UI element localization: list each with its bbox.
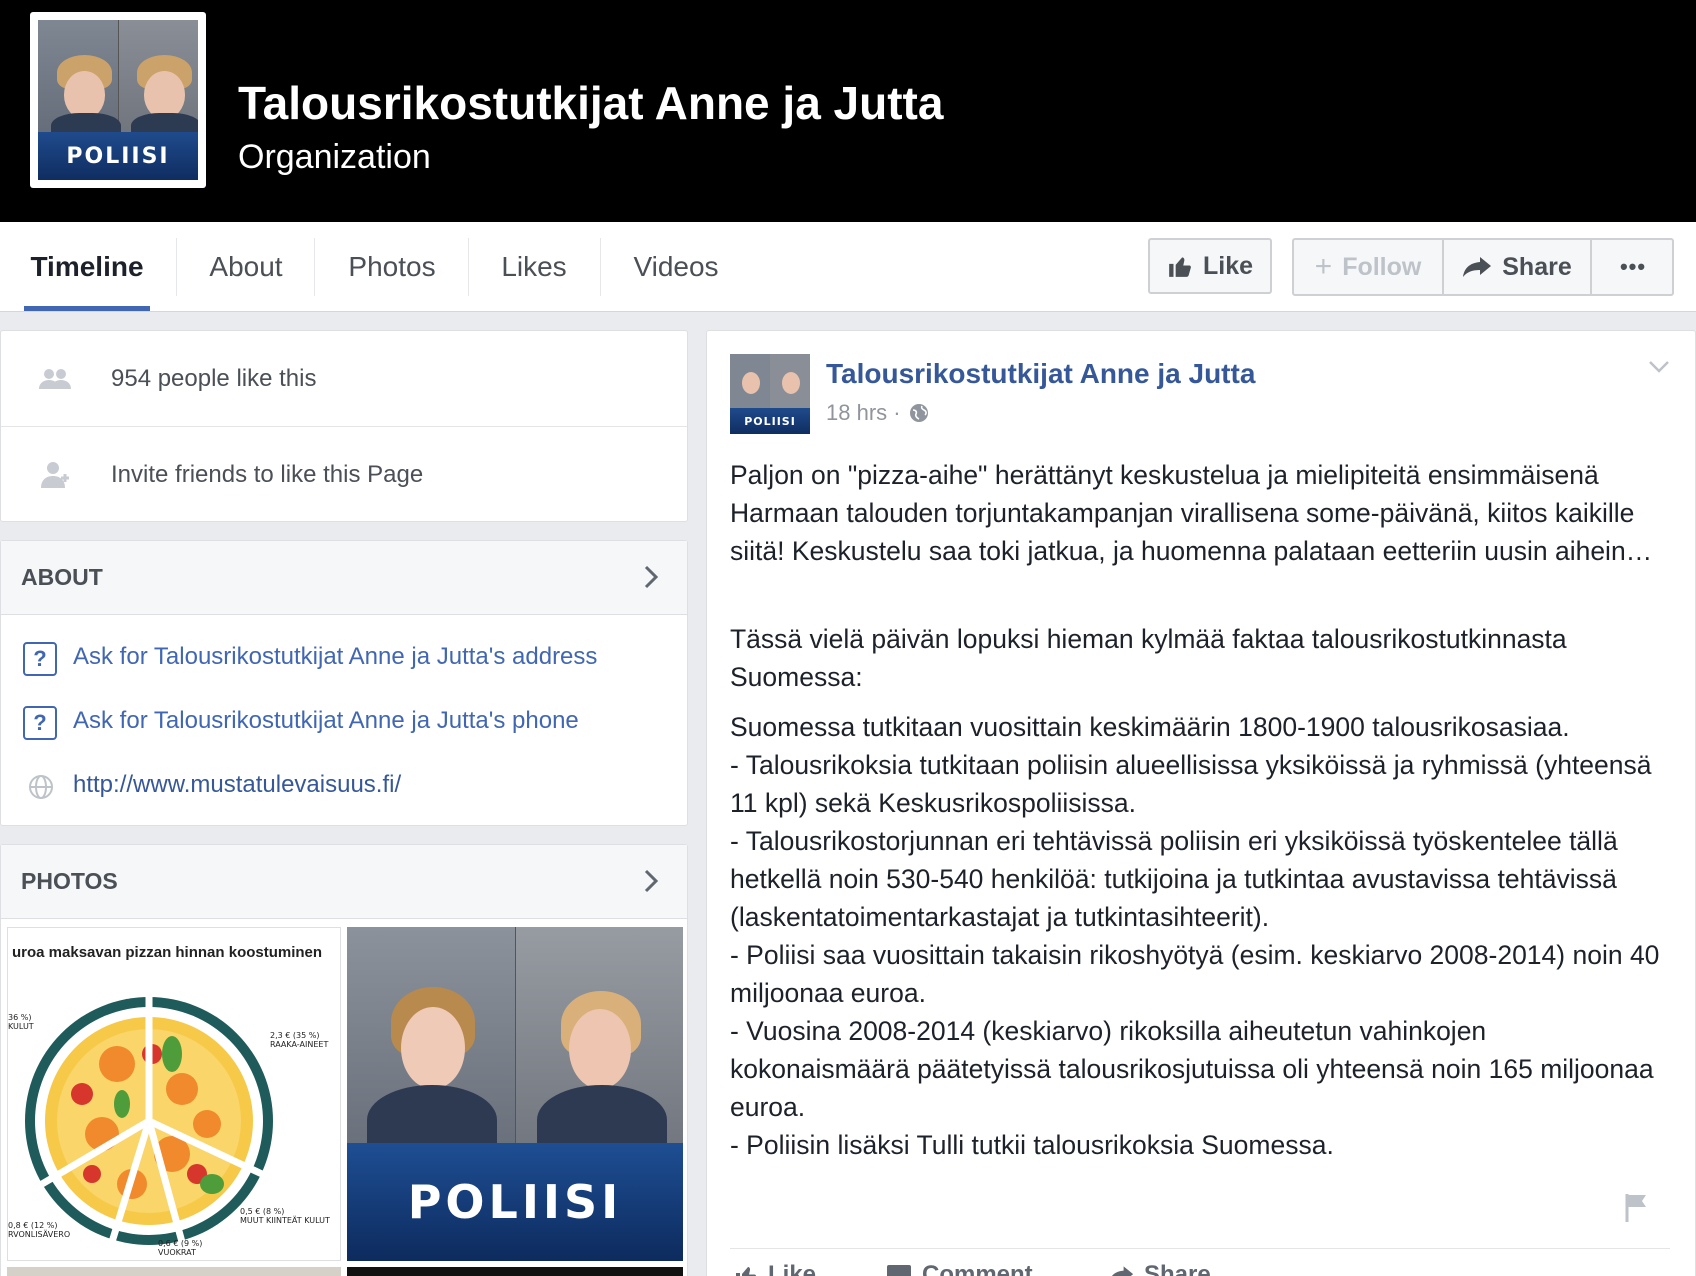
tab-separator — [314, 238, 315, 296]
police-banner: POLIISI — [347, 1143, 683, 1261]
follow-label: Follow — [1342, 252, 1422, 281]
follow-button[interactable]: + Follow — [1294, 240, 1442, 294]
question-icon: ? — [23, 706, 57, 740]
about-header[interactable]: ABOUT — [1, 541, 687, 615]
avatar-face-left — [742, 372, 760, 394]
likes-count-text: 954 people like this — [111, 364, 317, 392]
chevron-right-icon — [644, 869, 659, 893]
post-comment-label: Comment — [922, 1261, 1033, 1276]
tab-videos[interactable]: Videos — [618, 222, 734, 312]
pizza-chart-graphic — [25, 997, 273, 1245]
post-comment-button[interactable]: Comment — [886, 1261, 1033, 1276]
tab-separator — [468, 238, 469, 296]
report-flag-icon[interactable] — [1624, 1192, 1652, 1224]
photos-card: PHOTOS uroa maksavan pizzan hinnan koost… — [0, 844, 688, 1276]
like-page-label: Like — [1202, 251, 1254, 280]
pizza-label: 0,5 € (8 %) MUUT KIINTEÄT KULUT — [240, 1207, 330, 1225]
likes-card: 954 people like this Invite friends to l… — [0, 330, 688, 522]
profile-banner: POLIISI — [38, 132, 198, 180]
post-like-button[interactable]: Like — [734, 1261, 816, 1276]
ask-phone-link[interactable]: Ask for Talousrikostutkijat Anne ja Jutt… — [73, 707, 579, 735]
ask-address-link[interactable]: Ask for Talousrikostutkijat Anne ja Jutt… — [73, 643, 597, 671]
profile-banner-text: POLIISI — [66, 143, 170, 169]
photo-thumbnail-partial[interactable] — [347, 1267, 683, 1276]
face-right — [569, 1009, 631, 1089]
share-page-button[interactable]: Share — [1444, 240, 1590, 294]
photos-heading: PHOTOS — [21, 868, 118, 894]
invite-friends-text: Invite friends to like this Page — [111, 461, 424, 488]
likes-row[interactable]: 954 people like this — [1, 331, 687, 427]
add-friend-icon — [39, 459, 71, 491]
thumbs-up-icon — [1169, 257, 1191, 277]
action-button-group: + Follow Share ••• — [1292, 238, 1674, 296]
plus-icon: + — [1314, 250, 1333, 283]
website-link[interactable]: http://www.mustatulevaisuus.fi/ — [73, 771, 401, 799]
tab-separator — [600, 238, 601, 296]
post-action-bar: Like Comment Share — [730, 1248, 1670, 1276]
profile-picture[interactable]: POLIISI — [30, 12, 206, 188]
face-right — [143, 71, 186, 120]
pizza-infographic-title: uroa maksavan pizzan hinnan koostuminen — [12, 944, 323, 961]
photos-header[interactable]: PHOTOS — [1, 845, 687, 919]
thumbs-up-icon — [736, 1267, 757, 1276]
avatar-face-right — [782, 372, 800, 394]
tab-photos[interactable]: Photos — [330, 222, 454, 312]
people-icon — [39, 363, 71, 395]
tab-timeline[interactable]: Timeline — [24, 222, 150, 312]
page-header: POLIISI Talousrikostutkijat Anne ja Jutt… — [0, 0, 1696, 222]
post-share-label: Share — [1144, 1261, 1211, 1276]
pizza-label: 2,3 € (35 %) RAAKA-AINEET — [270, 1031, 329, 1049]
post-paragraph: Suomessa tutkitaan vuosittain keskimääri… — [730, 712, 1660, 1160]
question-icon: ? — [23, 642, 57, 676]
page-nav: Timeline About Photos Likes Videos Like … — [0, 222, 1696, 312]
tab-likes[interactable]: Likes — [484, 222, 584, 312]
avatar-banner: POLIISI — [730, 408, 810, 434]
active-tab-indicator — [24, 306, 150, 311]
tab-separator — [176, 238, 177, 296]
post-author-avatar[interactable]: POLIISI — [730, 354, 810, 434]
comment-icon — [887, 1265, 911, 1276]
pizza-label: 36 %) KULUT — [8, 1013, 34, 1031]
post-like-label: Like — [768, 1261, 817, 1276]
post-share-button[interactable]: Share — [1108, 1261, 1211, 1276]
police-banner-text: POLIISI — [407, 1175, 623, 1229]
share-page-label: Share — [1502, 252, 1572, 281]
about-card: ABOUT ? Ask for Talousrikostutkijat Anne… — [0, 540, 688, 826]
face-left — [401, 1007, 465, 1089]
post-author-name[interactable]: Talousrikostutkijat Anne ja Jutta — [826, 358, 1255, 390]
globe-icon — [29, 775, 53, 799]
about-heading: ABOUT — [21, 564, 103, 590]
page-category[interactable]: Organization — [238, 138, 431, 177]
invite-row[interactable]: Invite friends to like this Page — [1, 427, 687, 523]
pizza-label: 0,6 € (9 %) VUOKRAT — [158, 1239, 203, 1257]
avatar-banner-text: POLIISI — [744, 414, 796, 428]
globe-icon — [909, 404, 928, 422]
chevron-right-icon — [644, 565, 659, 589]
chevron-down-icon[interactable] — [1648, 360, 1670, 374]
post-paragraph: Tässä vielä päivän lopuksi hieman kylmää… — [730, 624, 1567, 692]
pizza-label: 0,8 € (12 %) RVONLISÄVERO — [8, 1221, 71, 1239]
page-title[interactable]: Talousrikostutkijat Anne ja Jutta — [238, 76, 943, 130]
photo-police-officers[interactable]: POLIISI — [347, 927, 683, 1261]
post-timestamp[interactable]: 18 hrs · — [826, 400, 929, 426]
face-left — [63, 71, 106, 120]
tab-about[interactable]: About — [190, 222, 302, 312]
like-page-button[interactable]: Like — [1148, 238, 1272, 294]
photo-thumbnail-partial[interactable] — [7, 1267, 341, 1276]
post-paragraph: Paljon on "pizza-aihe" herättänyt keskus… — [730, 460, 1653, 566]
post-time-text: 18 hrs · — [826, 400, 901, 425]
more-options-button[interactable]: ••• — [1592, 240, 1674, 294]
photo-pizza-infographic[interactable]: uroa maksavan pizzan hinnan koostuminen … — [7, 927, 341, 1261]
share-arrow-icon — [1112, 1266, 1134, 1276]
share-arrow-icon — [1463, 257, 1492, 277]
